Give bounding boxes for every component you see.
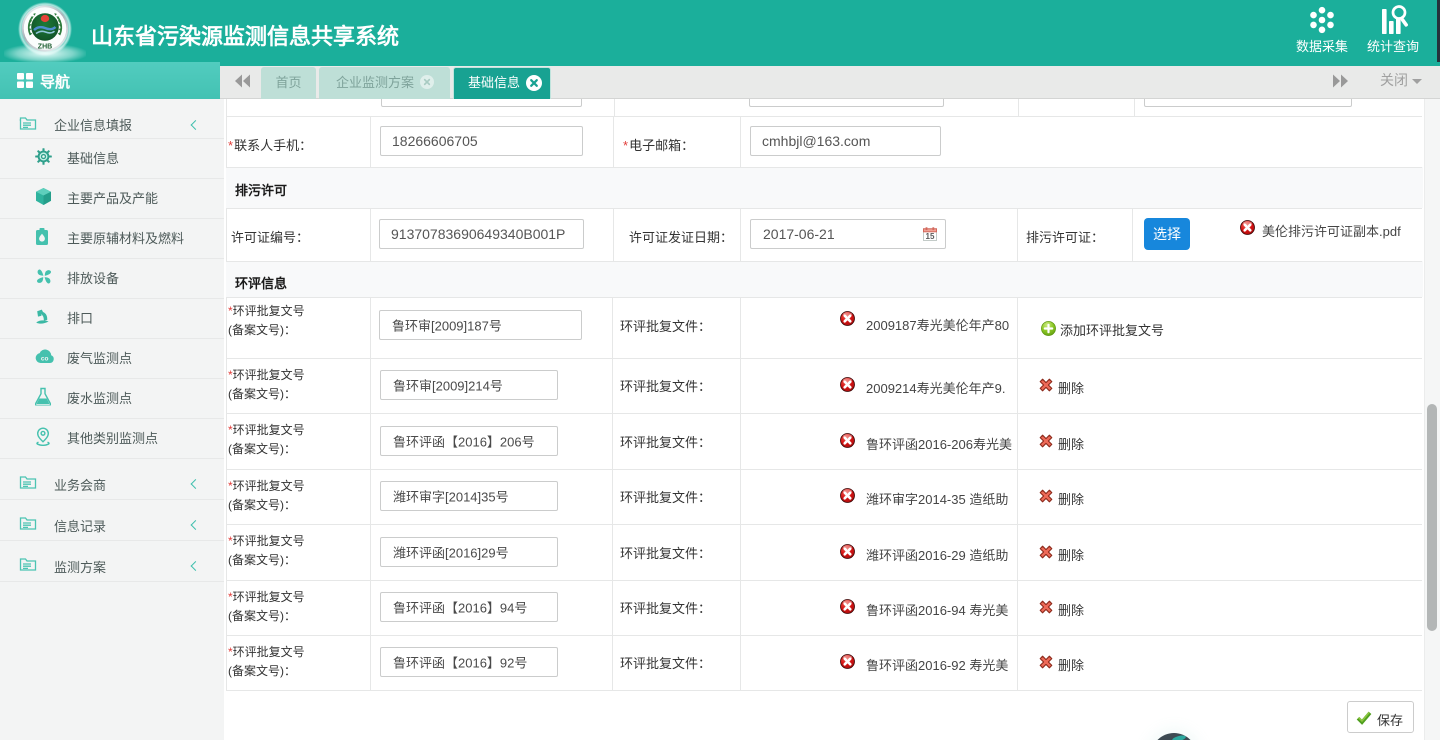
svg-text:co: co xyxy=(41,355,49,362)
svg-text:15: 15 xyxy=(926,232,935,241)
svg-text:ZHB: ZHB xyxy=(38,44,52,51)
